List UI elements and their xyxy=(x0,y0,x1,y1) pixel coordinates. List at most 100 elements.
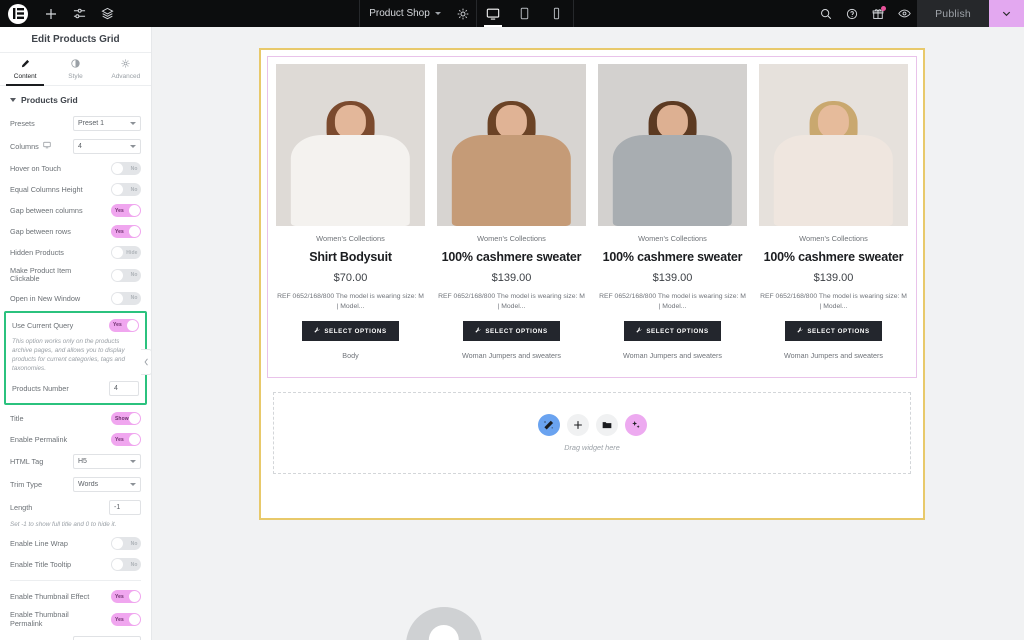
select-options-button[interactable]: SELECT OPTIONS xyxy=(463,321,560,342)
presets-select[interactable]: Preset 1 xyxy=(73,116,141,131)
wrench-icon xyxy=(797,327,803,335)
columns-select[interactable]: 4 xyxy=(73,139,141,154)
publish-button[interactable]: Publish xyxy=(917,0,990,27)
ai-sparkle-icon[interactable] xyxy=(624,414,647,436)
help-icon[interactable] xyxy=(839,0,865,27)
toggle-state-label: No xyxy=(130,295,138,302)
enable-thumbnail-permalink-toggle[interactable]: Yes xyxy=(111,613,141,627)
panel-collapse-handle[interactable] xyxy=(141,349,151,375)
product-category[interactable]: Women's Collections xyxy=(276,234,425,243)
toggle-knob xyxy=(129,614,140,626)
gift-icon[interactable] xyxy=(865,0,891,27)
product-tagline: Woman Jumpers and sweaters xyxy=(784,351,883,361)
tab-content[interactable]: Content xyxy=(0,53,50,86)
folder-icon[interactable] xyxy=(595,414,618,436)
elementor-logo-icon[interactable] xyxy=(8,3,28,24)
make-product-item-clickable-toggle[interactable]: No xyxy=(111,268,141,282)
add-element-button[interactable] xyxy=(38,0,64,27)
select-options-button[interactable]: SELECT OPTIONS xyxy=(302,321,399,342)
use-current-query-toggle[interactable]: Yes xyxy=(109,318,139,332)
control-label: Trim Type xyxy=(10,480,43,490)
products-number-input[interactable]: 4 xyxy=(109,381,139,397)
product-thumbnail[interactable] xyxy=(759,64,908,226)
elementor-editor: Product Shop Publish Edit Products Grid … xyxy=(0,0,1024,640)
length-input[interactable]: -1 xyxy=(109,500,141,516)
gap-between-rows-toggle[interactable]: Yes xyxy=(111,225,141,238)
enable-title-tooltip-toggle[interactable]: No xyxy=(111,558,141,572)
presets-value: Preset 1 xyxy=(78,120,105,127)
gap-between-columns-toggle[interactable]: Yes xyxy=(111,204,141,217)
widget-dropzone[interactable]: Drag widget here xyxy=(273,392,911,474)
triangle-down-icon xyxy=(10,98,16,102)
product-thumbnail[interactable] xyxy=(598,64,747,226)
toggle-knob xyxy=(127,319,138,331)
product-price: $139.00 xyxy=(813,272,854,284)
control-hidden-products: Hidden Products Hide xyxy=(0,242,151,263)
product-card[interactable]: Women's Collections 100% cashmere sweate… xyxy=(437,64,586,370)
toggle-state-label: Yes xyxy=(115,436,124,443)
section-products-grid-wrapper[interactable]: Women's Collections Shirt Bodysuit $70.0… xyxy=(259,48,925,520)
site-settings-button[interactable] xyxy=(66,0,92,27)
product-category[interactable]: Women's Collections xyxy=(759,234,908,243)
responsive-tablet-button[interactable] xyxy=(509,0,541,27)
control-trim-type: Trim Type Words xyxy=(0,473,151,496)
tab-advanced[interactable]: Advanced xyxy=(101,53,151,85)
product-category[interactable]: Women's Collections xyxy=(598,234,747,243)
enable-permalink-toggle[interactable]: Yes xyxy=(111,433,141,447)
document-name-label: Product Shop xyxy=(369,8,430,19)
equal-columns-height-toggle[interactable]: No xyxy=(111,183,141,196)
trim-type-select[interactable]: Words xyxy=(73,477,141,493)
product-thumbnail[interactable] xyxy=(276,64,425,226)
responsive-desktop-button[interactable] xyxy=(477,0,509,27)
products-grid-widget[interactable]: Women's Collections Shirt Bodysuit $70.0… xyxy=(267,56,917,378)
preview-eye-icon[interactable] xyxy=(891,0,917,27)
control-length: Length -1 xyxy=(0,496,151,519)
product-card[interactable]: Women's Collections Shirt Bodysuit $70.0… xyxy=(276,64,425,370)
half-circle-icon xyxy=(71,59,80,70)
toggle-knob xyxy=(112,163,123,174)
search-icon[interactable] xyxy=(813,0,839,27)
control-enable-title-tooltip: Enable Title Tooltip No xyxy=(0,554,151,575)
control-gap-between-rows: Gap between rows Yes xyxy=(0,221,151,242)
product-card[interactable]: Women's Collections 100% cashmere sweate… xyxy=(759,64,908,370)
control-presets: Presets Preset 1 xyxy=(0,112,151,135)
product-card[interactable]: Women's Collections 100% cashmere sweate… xyxy=(598,64,747,370)
product-title[interactable]: Shirt Bodysuit xyxy=(276,250,425,264)
toggle-state-label: No xyxy=(130,186,138,193)
toggle-state-label: No xyxy=(130,165,138,172)
plus-icon[interactable] xyxy=(566,414,589,436)
image-size-select[interactable]: Woocommerce Th xyxy=(73,636,141,640)
responsive-mobile-button[interactable] xyxy=(541,0,573,27)
tab-advanced-label: Advanced xyxy=(111,73,141,80)
hidden-products-toggle[interactable]: Hide xyxy=(111,246,141,259)
enable-thumbnail-effect-toggle[interactable]: Yes xyxy=(111,590,141,604)
control-title: Title Show xyxy=(0,408,151,429)
columns-value: 4 xyxy=(78,143,82,150)
enable-line-wrap-toggle[interactable]: No xyxy=(111,537,141,551)
product-thumbnail[interactable] xyxy=(437,64,586,226)
select-options-button[interactable]: SELECT OPTIONS xyxy=(785,321,882,342)
title-toggle[interactable]: Show xyxy=(111,412,141,426)
product-excerpt: REF 0652/168/800 The model is wearing si… xyxy=(599,293,746,311)
open-in-new-window-toggle[interactable]: No xyxy=(111,291,141,305)
product-title[interactable]: 100% cashmere sweater xyxy=(437,250,586,264)
product-tagline: Woman Jumpers and sweaters xyxy=(623,351,722,361)
product-title[interactable]: 100% cashmere sweater xyxy=(598,250,747,264)
structure-layers-button[interactable] xyxy=(94,0,120,27)
control-label: Gap between columns xyxy=(10,205,83,215)
top-toolbar: Product Shop Publish xyxy=(0,0,1024,27)
select-options-button[interactable]: SELECT OPTIONS xyxy=(624,321,721,342)
tab-style[interactable]: Style xyxy=(50,53,100,85)
section-products-grid[interactable]: Products Grid xyxy=(0,86,151,112)
product-title[interactable]: 100% cashmere sweater xyxy=(759,250,908,264)
product-category[interactable]: Women's Collections xyxy=(437,234,586,243)
panel-title: Edit Products Grid xyxy=(0,27,151,53)
publish-options-button[interactable] xyxy=(989,0,1024,27)
magic-wand-icon[interactable] xyxy=(537,414,560,436)
control-use-current-query: Use Current Query Yes xyxy=(6,315,145,336)
hover-on-touch-toggle[interactable]: No xyxy=(111,162,141,175)
document-name-button[interactable]: Product Shop xyxy=(360,0,450,27)
desktop-icon[interactable] xyxy=(43,141,51,151)
page-settings-button[interactable] xyxy=(450,0,476,27)
html-tag-select[interactable]: H5 xyxy=(73,454,141,470)
